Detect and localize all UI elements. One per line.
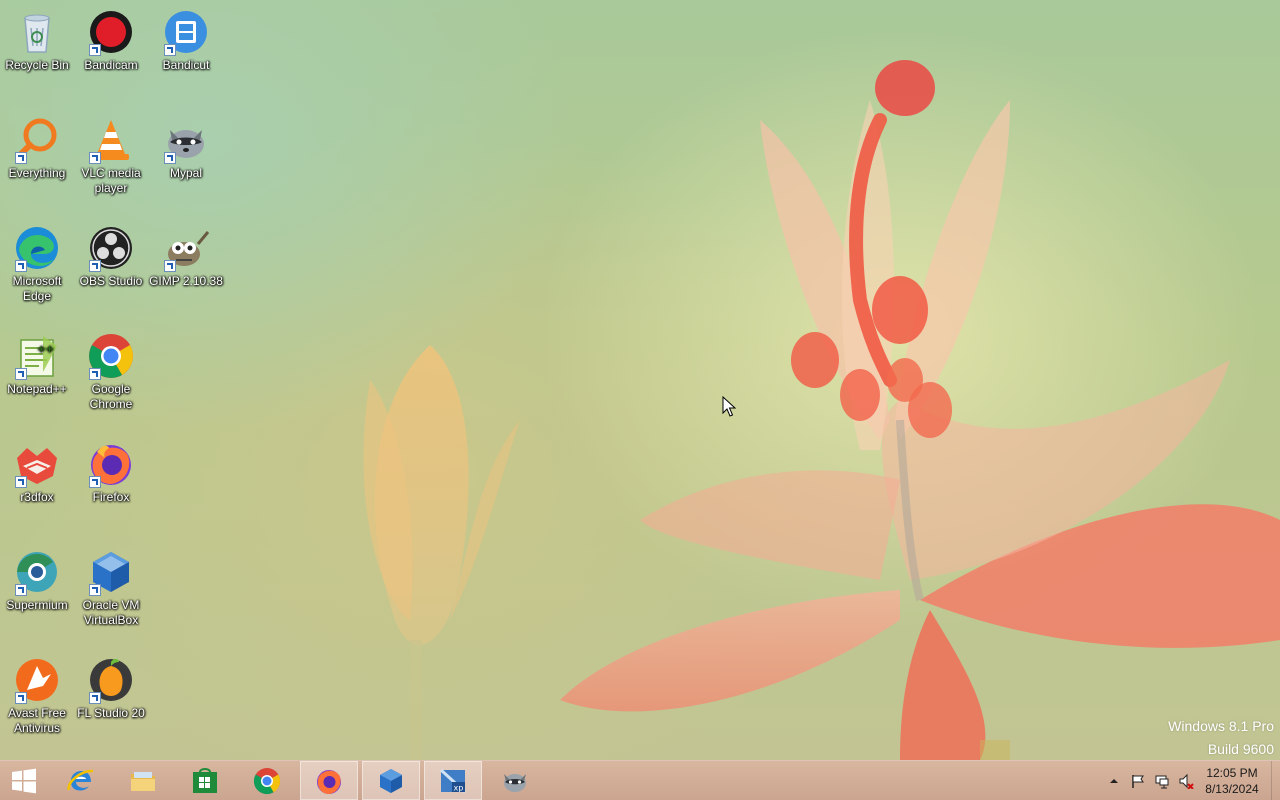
desktop-icon-vlc[interactable]: VLC media player bbox=[74, 116, 148, 196]
desktop-icon-obs-studio[interactable]: OBS Studio bbox=[74, 224, 148, 289]
r3dfox-icon bbox=[13, 440, 61, 488]
watermark-edition: Windows 8.1 Pro bbox=[1168, 718, 1274, 734]
virtualbox-icon bbox=[380, 768, 402, 793]
desktop-icon-label: OBS Studio bbox=[79, 274, 143, 288]
windows-store-icon bbox=[193, 767, 217, 793]
notepad-plus-plus-icon: ++ bbox=[13, 332, 61, 380]
desktop-icon-label: VLC media player bbox=[81, 166, 141, 195]
clock-time: 12:05 PM bbox=[1206, 766, 1258, 780]
taskbar-file-explorer[interactable] bbox=[114, 761, 172, 800]
desktop-icon-label: Bandicut bbox=[162, 58, 210, 72]
taskbar-internet-explorer[interactable] bbox=[52, 761, 110, 800]
network-icon[interactable] bbox=[1154, 773, 1170, 789]
firefox-icon bbox=[317, 769, 341, 794]
desktop-icon-r3dfox[interactable]: r3dfox bbox=[0, 440, 74, 505]
desktop-icon-label: r3dfox bbox=[20, 490, 54, 504]
desktop-icon-label: Recycle Bin bbox=[5, 58, 69, 72]
desktop-icon-google-chrome[interactable]: Google Chrome bbox=[74, 332, 148, 412]
taskbar-mypal[interactable] bbox=[486, 761, 544, 800]
chrome-icon bbox=[87, 332, 135, 380]
taskbar-windows-store[interactable] bbox=[176, 761, 234, 800]
windows-version-watermark: Windows 8.1 Pro Build 9600 bbox=[1168, 715, 1274, 761]
clock-date: 8/13/2024 bbox=[1205, 782, 1259, 796]
desktop-icon-label: Google Chrome bbox=[89, 382, 133, 411]
taskbar: xp 12:05 PM 8/13/2024 bbox=[0, 760, 1280, 800]
svg-text:++: ++ bbox=[37, 344, 54, 355]
desktop-icon-microsoft-edge[interactable]: Microsoft Edge bbox=[0, 224, 74, 304]
desktop-icon-label: Oracle VM VirtualBox bbox=[82, 598, 140, 627]
edge-icon bbox=[13, 224, 61, 272]
watermark-build: Build 9600 bbox=[1207, 741, 1274, 757]
taskbar-virtualbox[interactable] bbox=[362, 761, 420, 800]
desktop-icon-label: FL Studio 20 bbox=[77, 706, 145, 720]
taskbar-chrome[interactable] bbox=[238, 761, 296, 800]
desktop-icon-everything[interactable]: Everything bbox=[0, 116, 74, 181]
vlc-icon bbox=[87, 116, 135, 164]
action-center-flag-icon[interactable] bbox=[1130, 773, 1146, 789]
everything-search-icon bbox=[13, 116, 61, 164]
desktop-icon-notepad-plus-plus[interactable]: ++ Notepad++ bbox=[0, 332, 74, 397]
desktop-icon-bandicam[interactable]: Bandicam bbox=[74, 8, 148, 73]
desktop-icon-label: Notepad++ bbox=[7, 382, 67, 396]
desktop-icon-recycle-bin[interactable]: Recycle Bin bbox=[0, 8, 74, 73]
taskbar-firefox[interactable] bbox=[300, 761, 358, 800]
desktop-icon-avast[interactable]: Avast Free Antivirus bbox=[0, 656, 74, 736]
desktop-icon-fl-studio[interactable]: FL Studio 20 bbox=[74, 656, 148, 721]
start-button[interactable] bbox=[0, 761, 48, 800]
bandicam-icon bbox=[87, 8, 135, 56]
show-hidden-icons-chevron-icon[interactable] bbox=[1106, 773, 1122, 789]
windows-xp-vm-icon: xp bbox=[439, 768, 467, 793]
show-desktop-button[interactable] bbox=[1271, 761, 1280, 800]
svg-text:xp: xp bbox=[454, 783, 464, 792]
avast-icon bbox=[13, 656, 61, 704]
desktop-icon-firefox[interactable]: Firefox bbox=[74, 440, 148, 505]
desktop-icon-label: Bandicam bbox=[84, 58, 138, 72]
chrome-icon bbox=[253, 767, 281, 794]
desktop-icon-virtualbox[interactable]: Oracle VM VirtualBox bbox=[74, 548, 148, 628]
recycle-bin-icon bbox=[13, 8, 61, 56]
supermium-icon bbox=[13, 548, 61, 596]
file-explorer-icon bbox=[131, 771, 155, 791]
mouse-pointer-icon bbox=[722, 396, 736, 417]
bandicut-icon bbox=[162, 8, 210, 56]
wallpaper-flower-art bbox=[363, 30, 1280, 760]
mypal-raccoon-icon bbox=[162, 116, 210, 164]
taskbar-windows-xp-vm[interactable]: xp bbox=[424, 761, 482, 800]
desktop-icon-label: Everything bbox=[8, 166, 66, 180]
desktop-wallpaper[interactable]: Recycle Bin Everything Microsoft Edge ++… bbox=[0, 0, 1280, 760]
desktop-icon-bandicut[interactable]: Bandicut bbox=[149, 8, 223, 73]
windows-start-icon bbox=[12, 768, 36, 793]
mypal-raccoon-icon bbox=[504, 773, 526, 792]
internet-explorer-icon bbox=[67, 769, 94, 791]
obs-icon bbox=[87, 224, 135, 272]
desktop-icon-label: Microsoft Edge bbox=[12, 274, 62, 303]
volume-muted-icon[interactable] bbox=[1178, 773, 1194, 790]
desktop-icon-label: Firefox bbox=[92, 490, 130, 504]
desktop-icon-label: Mypal bbox=[169, 166, 202, 180]
taskbar-clock[interactable]: 12:05 PM 8/13/2024 bbox=[1200, 765, 1264, 797]
firefox-icon bbox=[87, 440, 135, 488]
desktop-icon-label: Supermium bbox=[6, 598, 68, 612]
desktop-icon-gimp[interactable]: GIMP 2.10.38 bbox=[149, 224, 223, 289]
virtualbox-icon bbox=[87, 548, 135, 596]
fl-studio-icon bbox=[87, 656, 135, 704]
desktop-icon-mypal[interactable]: Mypal bbox=[149, 116, 223, 181]
desktop-icon-label: Avast Free Antivirus bbox=[8, 706, 66, 735]
desktop-icon-supermium[interactable]: Supermium bbox=[0, 548, 74, 613]
gimp-icon bbox=[162, 224, 210, 272]
desktop-icon-label: GIMP 2.10.38 bbox=[149, 274, 223, 288]
